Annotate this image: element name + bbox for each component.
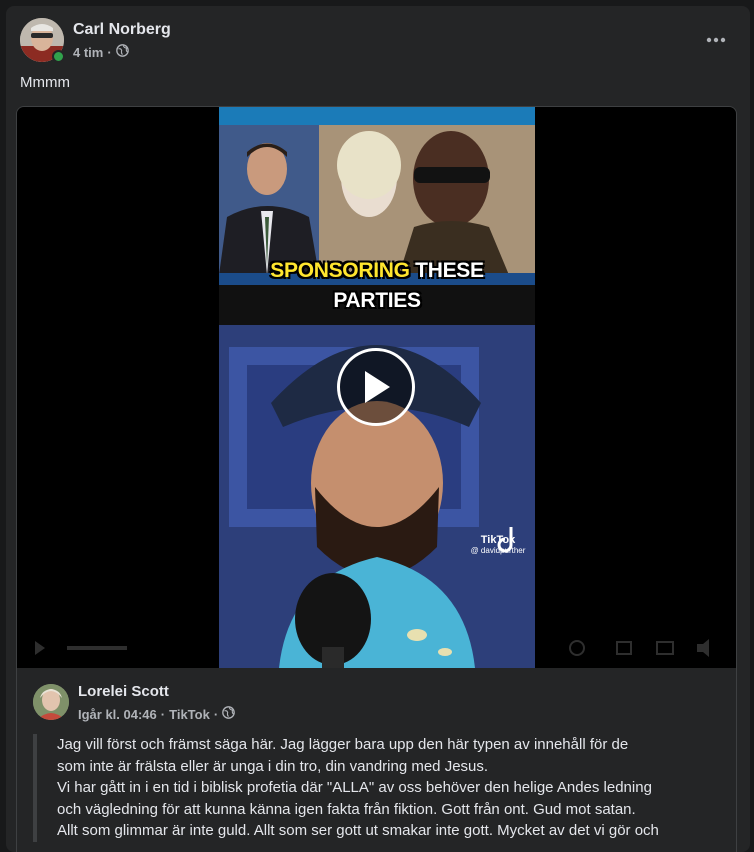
globe-icon	[222, 706, 236, 722]
shared-author-avatar[interactable]	[33, 684, 69, 720]
video-controls	[35, 639, 709, 657]
play-icon[interactable]	[337, 348, 415, 426]
tiktok-handle: @ davidpurther	[470, 546, 526, 555]
shared-post-line: Allt som glimmar är inte guld. Allt som …	[57, 822, 659, 839]
shared-post: SPONSORING THESE PARTIES TikTok @ davidp…	[16, 106, 737, 852]
video-caption-line-1: SPONSORING THESE	[219, 259, 535, 283]
post-text: Mmmm	[20, 74, 70, 91]
post-header: Carl Norberg 4 tim ·	[20, 18, 736, 66]
caption-rest: THESE	[409, 259, 484, 282]
caption-highlight: SPONSORING	[270, 259, 410, 282]
shared-post-time[interactable]: Igår kl. 04:46	[78, 707, 157, 722]
tiktok-watermark: TikTok @ davidpurther	[463, 534, 533, 555]
post-time[interactable]: 4 tim	[73, 45, 103, 60]
meta-separator: ·	[213, 706, 219, 722]
online-status-dot	[52, 50, 65, 63]
shared-post-line: Jag vill först och främst säga här. Jag …	[57, 736, 629, 753]
post-meta: 4 tim ·	[73, 44, 129, 60]
shared-post-line: Vi har gått in i en tid i biblisk profet…	[57, 779, 652, 796]
meta-separator: ·	[160, 706, 166, 722]
shared-post-content: Lorelei Scott Igår kl. 04:46 · TikTok · …	[17, 668, 736, 852]
author-name[interactable]: Carl Norberg	[73, 21, 171, 39]
globe-icon	[115, 44, 129, 60]
feed-post: Carl Norberg 4 tim · Mmmm SPONSORING THE…	[6, 6, 750, 852]
video-caption-line-2: PARTIES	[333, 289, 421, 312]
shared-author-name[interactable]: Lorelei Scott	[78, 683, 169, 700]
meta-separator: ·	[107, 44, 112, 60]
shared-post-source[interactable]: TikTok	[169, 707, 210, 722]
shared-post-text: Jag vill först och främst säga här. Jag …	[33, 734, 733, 842]
video-player[interactable]: SPONSORING THESE PARTIES TikTok @ davidp…	[17, 107, 736, 668]
shared-post-line: som inte är frälsta eller är unga i din …	[57, 757, 489, 775]
shared-post-meta: Igår kl. 04:46 · TikTok ·	[78, 706, 236, 722]
tiktok-brand: TikTok	[480, 534, 516, 546]
shared-post-line: och vägledning för att kunna känna igen …	[57, 800, 636, 818]
more-options-icon[interactable]	[700, 24, 732, 56]
